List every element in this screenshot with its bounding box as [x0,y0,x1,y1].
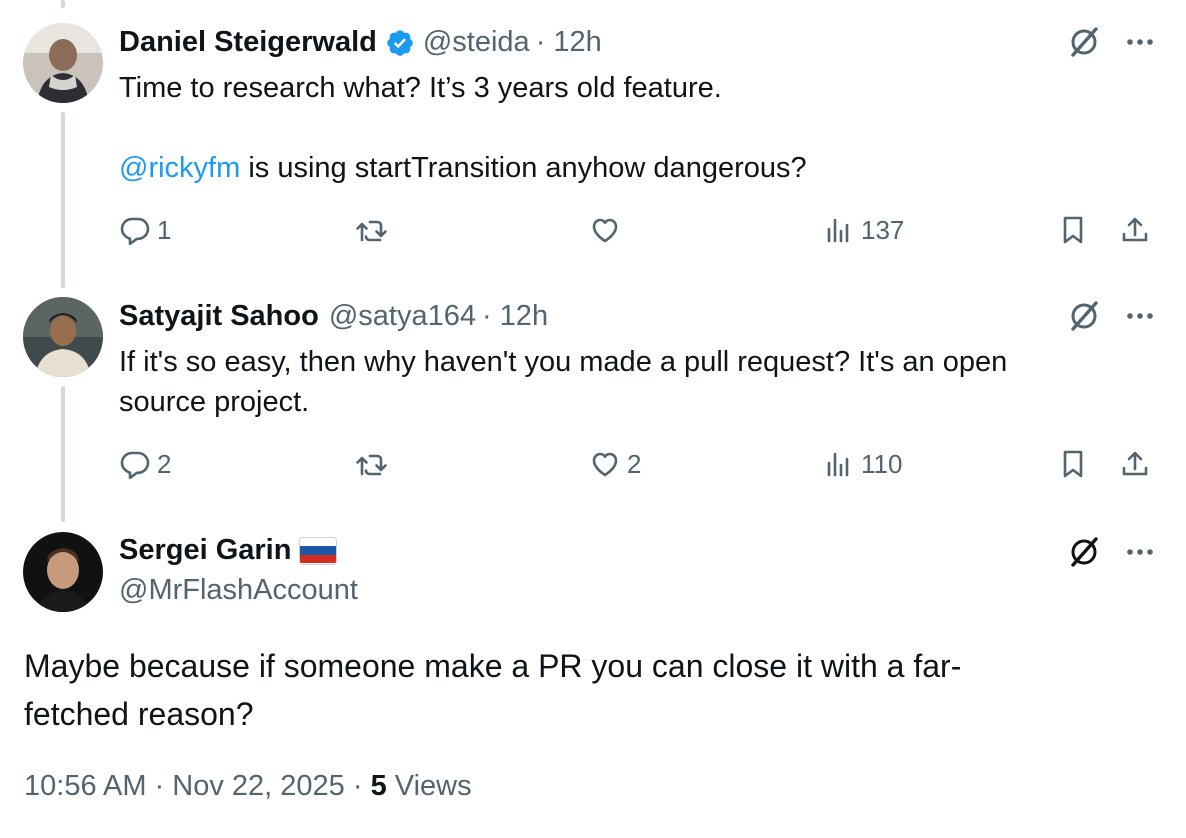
bookmark-icon [1063,216,1083,244]
tweet-actions: 1 137 [119,214,1161,254]
russia-flag-icon [299,536,338,565]
tweet-header: Daniel Steigerwald @steida · 12h [119,26,602,59]
avatar[interactable] [23,23,103,103]
grok-icon[interactable] [1066,298,1102,339]
like-button[interactable] [589,214,627,246]
repost-icon [356,220,387,242]
reply-icon [120,451,150,480]
repost-button[interactable] [355,214,393,246]
tweet-text-line: source project. [119,386,310,418]
reply-count: 2 [157,448,172,479]
tweet-text-rest: is using startTransition anyhow dangerou… [240,152,807,184]
author-handle[interactable]: @steida [423,26,530,59]
thread-line [61,112,65,288]
tweet-text: Time to research what? It’s 3 years old … [119,68,807,188]
author-handle[interactable]: @satya164 [329,300,476,333]
views-button[interactable]: 110 [823,448,902,480]
grok-icon[interactable] [1066,534,1102,575]
thread-line [61,0,65,8]
tweet-header: Sergei Garin [119,534,338,567]
tweet-text-line: Maybe because if someone make a PR you c… [24,648,962,684]
share-icon [1122,217,1148,242]
bookmark-button[interactable] [1057,448,1089,480]
views-count: 110 [861,448,903,479]
share-button[interactable] [1119,214,1151,246]
reply-button[interactable]: 2 [119,448,171,480]
tweet-text-line: Time to research what? It’s 3 years old … [119,72,722,104]
reply-icon [120,217,150,246]
tweet-time[interactable]: · 12h [536,26,602,59]
reply-count: 1 [157,214,172,245]
repost-button[interactable] [355,448,393,480]
author-handle[interactable]: @MrFlashAccount [119,574,358,607]
author-name[interactable]: Satyajit Sahoo [119,300,319,333]
views-label: Views [394,770,472,802]
heart-icon [592,452,618,477]
views-button[interactable]: 137 [823,214,904,246]
views-count: 137 [861,214,905,245]
avatar[interactable] [23,297,103,377]
timestamp[interactable]: 10:56 AM · Nov 22, 2025 · [24,770,363,802]
tweet-time[interactable]: · 12h [482,300,548,333]
tweet-text: If it's so easy, then why haven't you ma… [119,342,1007,422]
tweet-footer: 10:56 AM · Nov 22, 2025 · 5 Views [24,770,472,803]
grok-icon[interactable] [1066,24,1102,65]
author-name[interactable]: Daniel Steigerwald [119,26,377,59]
mention-link[interactable]: @rickyfm [119,152,240,184]
author-name[interactable]: Sergei Garin [119,534,291,567]
views-count: 5 [370,770,387,802]
share-icon [1122,451,1148,476]
share-button[interactable] [1119,448,1151,480]
views-icon [827,452,849,477]
tweet-header: Satyajit Sahoo @satya164 · 12h [119,300,548,333]
views-icon [827,218,849,243]
bookmark-icon [1063,450,1083,478]
bookmark-button[interactable] [1057,214,1089,246]
main-tweet-text: Maybe because if someone make a PR you c… [24,642,1144,738]
verified-badge-icon [385,28,415,58]
handle-row: @MrFlashAccount [119,574,358,607]
tweet-actions: 2 2 110 [119,448,1161,488]
more-icon[interactable] [1122,298,1158,339]
thread-line [61,386,65,522]
like-count: 2 [627,448,642,479]
more-icon[interactable] [1122,534,1158,575]
more-icon[interactable] [1122,24,1158,65]
avatar[interactable] [23,532,103,612]
tweet-text-line: fetched reason? [24,696,254,732]
tweet-text-line: If it's so easy, then why haven't you ma… [119,346,1008,378]
heart-icon [592,218,618,243]
like-button[interactable]: 2 [589,448,641,480]
tweet-text-line: @rickyfm is using startTransition anyhow… [119,148,807,188]
reply-button[interactable]: 1 [119,214,171,246]
repost-icon [356,454,387,476]
